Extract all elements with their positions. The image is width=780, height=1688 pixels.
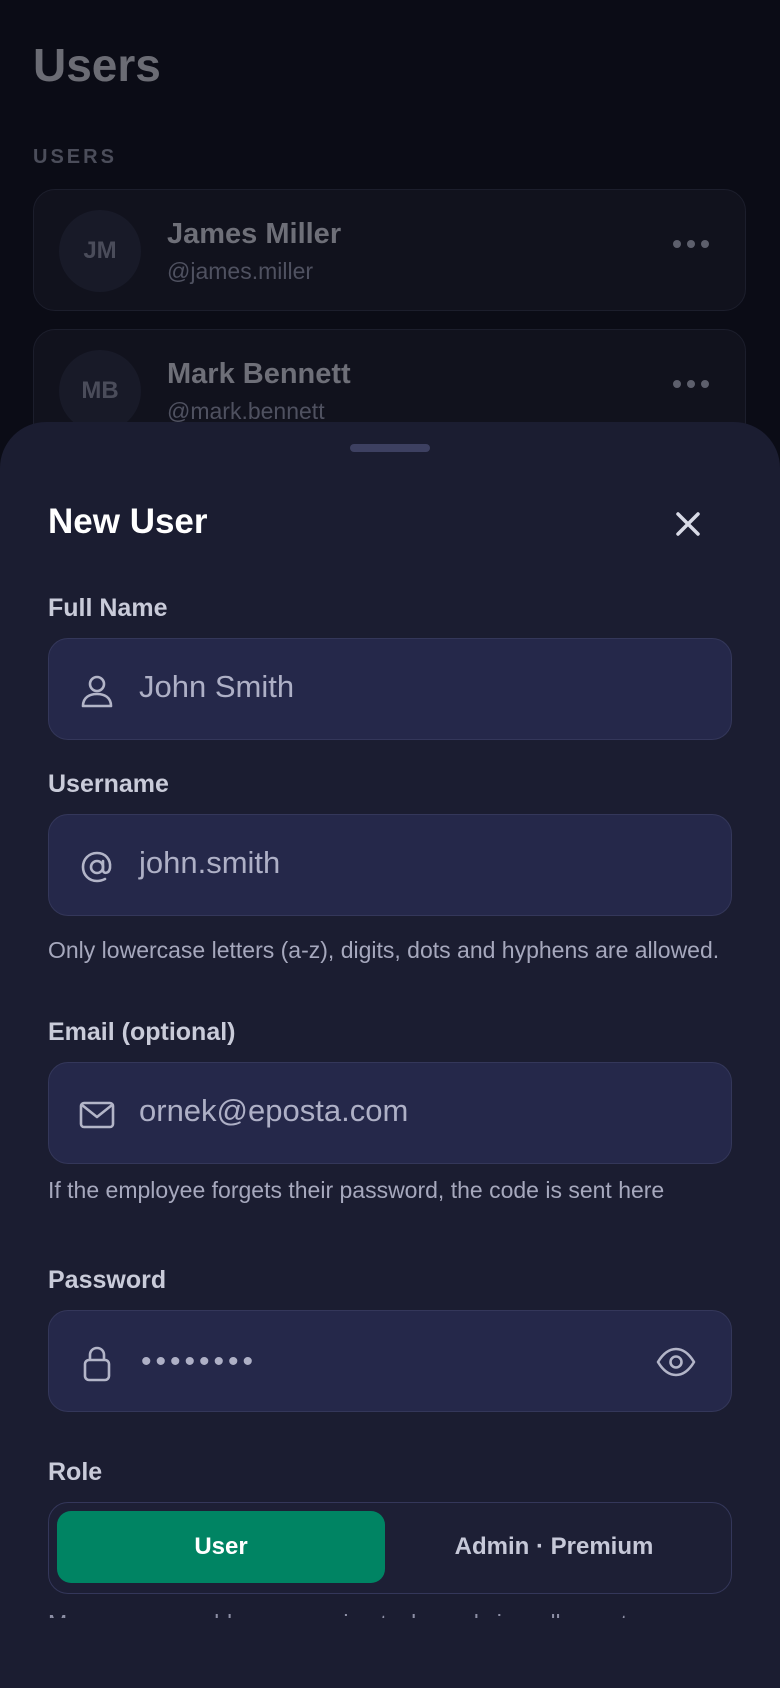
password-input[interactable]: ••••••••: [141, 1345, 257, 1379]
role-option-admin-premium[interactable]: Admin · Premium: [389, 1511, 719, 1583]
page-title: Users: [33, 39, 161, 91]
role-label: Role: [48, 1458, 103, 1486]
email-label: Email (optional): [48, 1018, 236, 1046]
role-option-user[interactable]: User: [57, 1511, 385, 1583]
username-field[interactable]: john.smith: [48, 814, 732, 916]
sheet-bottom-mask: [0, 1618, 780, 1688]
full-name-input[interactable]: John Smith: [139, 669, 294, 705]
close-icon[interactable]: [668, 504, 708, 544]
user-card[interactable]: JM James Miller @james.miller: [33, 189, 746, 311]
avatar: JM: [59, 210, 141, 292]
username-help: Only lowercase letters (a-z), digits, do…: [48, 937, 720, 963]
password-field[interactable]: ••••••••: [48, 1310, 732, 1412]
user-name: Mark Bennett: [167, 358, 351, 390]
section-label: USERS: [33, 146, 117, 168]
full-name-label: Full Name: [48, 594, 168, 622]
mail-icon: [79, 1101, 115, 1129]
sheet-title: New User: [48, 502, 208, 541]
avatar: MB: [59, 350, 141, 432]
role-segmented-control: User Admin · Premium: [48, 1502, 732, 1594]
email-input[interactable]: ornek@eposta.com: [139, 1093, 408, 1129]
sheet-drag-handle[interactable]: [350, 444, 430, 452]
username-input[interactable]: john.smith: [139, 845, 280, 881]
user-handle: @mark.bennett: [167, 398, 325, 424]
user-handle: @james.miller: [167, 258, 314, 284]
full-name-field[interactable]: John Smith: [48, 638, 732, 740]
at-icon: [81, 851, 112, 883]
lock-icon: [83, 1346, 111, 1382]
person-icon: [81, 675, 113, 708]
user-name: James Miller: [167, 218, 342, 250]
username-label: Username: [48, 770, 169, 798]
password-label: Password: [48, 1266, 167, 1294]
new-user-sheet: New User Full Name John Smith Username j…: [0, 422, 780, 1688]
more-icon[interactable]: [673, 380, 709, 388]
eye-icon[interactable]: [655, 1345, 697, 1379]
email-field[interactable]: ornek@eposta.com: [48, 1062, 732, 1164]
email-help: If the employee forgets their password, …: [48, 1177, 665, 1203]
more-icon[interactable]: [673, 240, 709, 248]
